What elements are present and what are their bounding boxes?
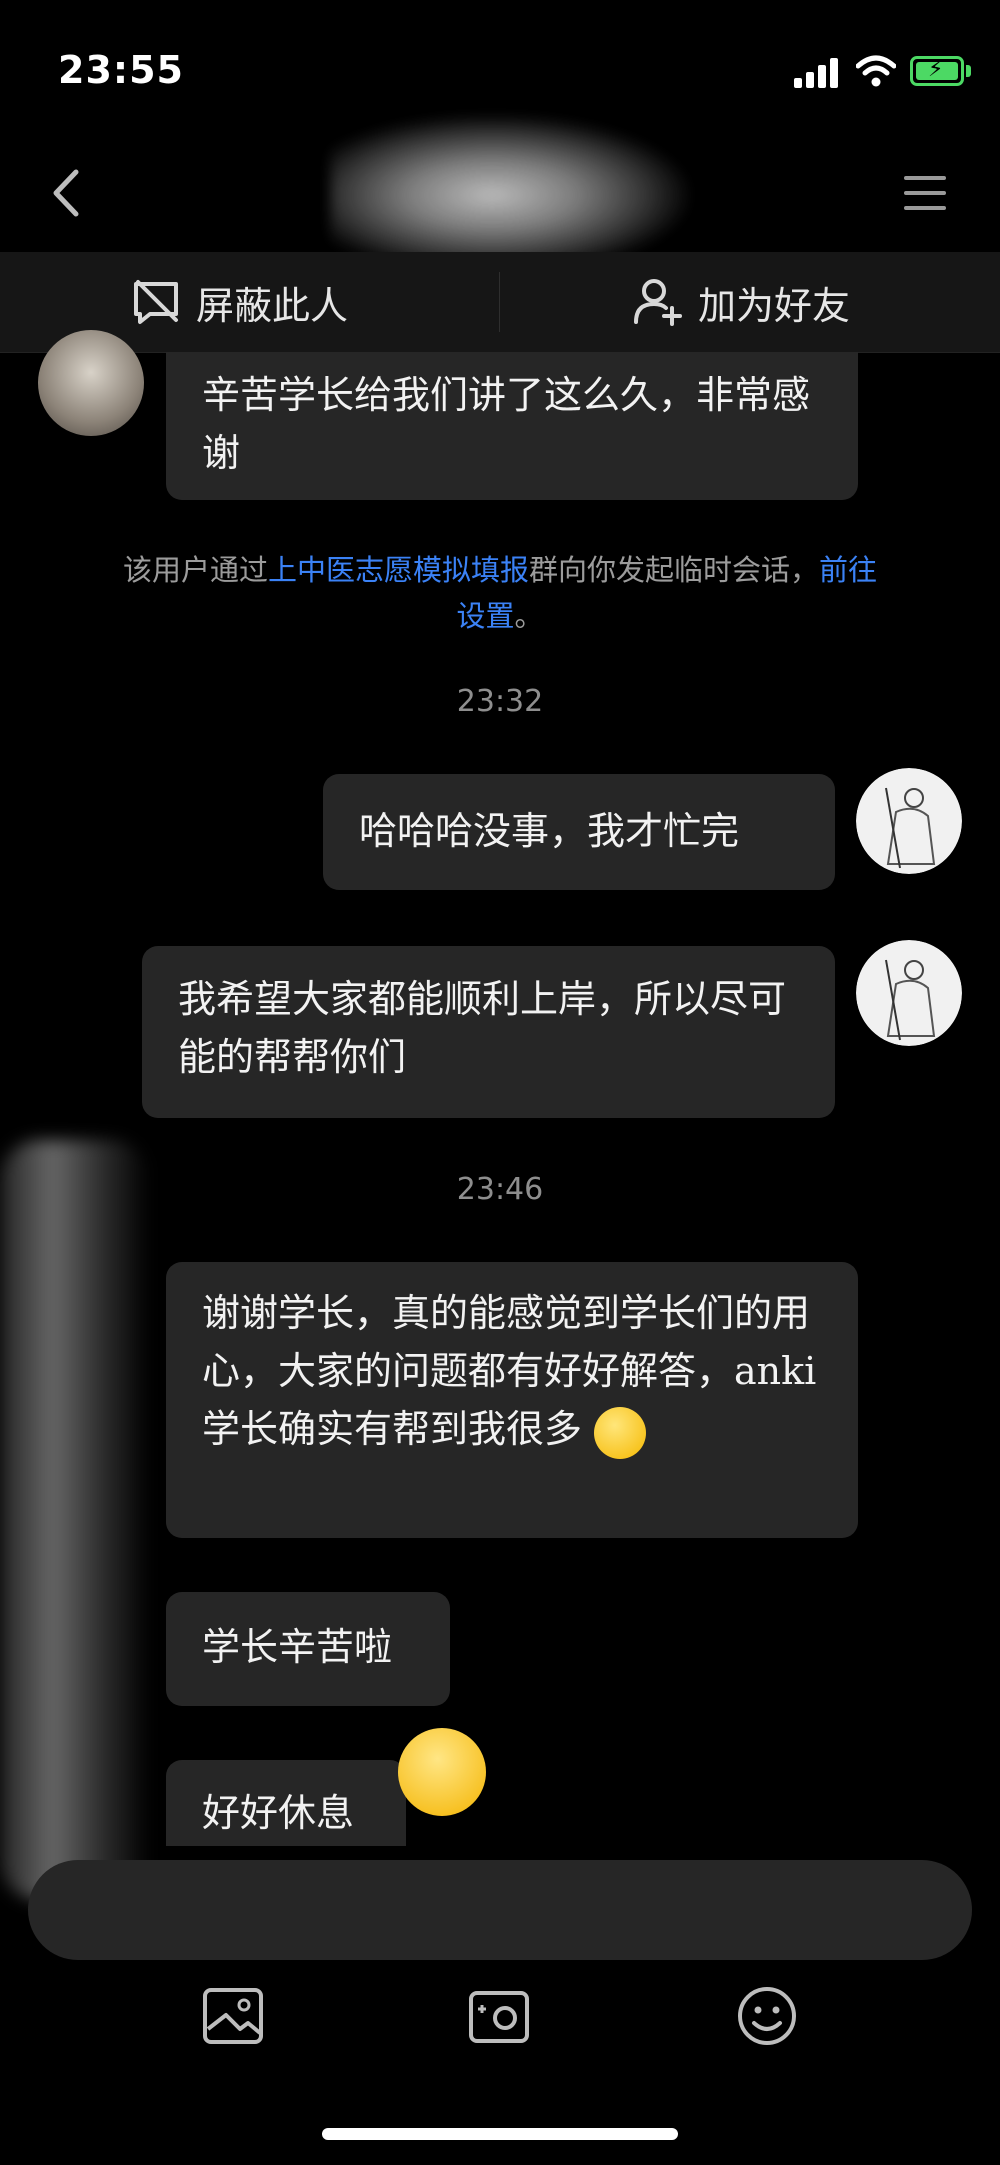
redacted-avatars <box>0 1140 150 1900</box>
temporary-session-notice: 该用户通过上中医志愿模拟填报群向你发起临时会话，前往设置。 <box>70 547 930 639</box>
message-bubble[interactable]: 辛苦学长给我们讲了这么久，非常感谢 <box>166 352 858 500</box>
battery-cap <box>966 65 971 77</box>
back-icon[interactable] <box>48 168 84 218</box>
cellular-signal-icon <box>794 58 840 88</box>
avatar-other-user[interactable] <box>38 330 144 436</box>
emoji-sticker <box>594 1406 647 1459</box>
settings-link-2: 设置 <box>456 599 515 633</box>
message-bubble[interactable]: 哈哈哈没事，我才忙完 <box>323 774 835 890</box>
image-icon[interactable] <box>200 1985 266 2047</box>
redacted-chat-title <box>330 115 690 275</box>
camera-icon[interactable] <box>466 1985 532 2047</box>
message-bubble[interactable]: 谢谢学长，真的能感觉到学长们的用心，大家的问题都有好好解答，anki学长确实有帮… <box>166 1262 858 1538</box>
timestamp: 23:32 <box>456 684 544 719</box>
message-text: 我希望大家都能顺利上岸，所以尽可能的帮帮你们 <box>178 977 787 1079</box>
add-friend-label: 加为好友 <box>698 283 851 328</box>
wifi-icon <box>856 55 896 87</box>
block-icon <box>134 280 178 324</box>
group-link[interactable]: 上中医志愿模拟填报 <box>268 553 529 587</box>
message-bubble[interactable]: 学长辛苦啦 <box>166 1592 450 1706</box>
add-user-icon <box>634 279 682 326</box>
battery-icon: ⚡ <box>910 56 964 86</box>
home-indicator <box>322 2128 678 2140</box>
message-text: 学长辛苦啦 <box>202 1625 393 1669</box>
menu-icon[interactable] <box>904 174 946 212</box>
emoji-sticker <box>398 1728 486 1816</box>
notice-suffix: 。 <box>514 599 544 633</box>
avatar-self[interactable] <box>856 940 962 1046</box>
message-text: 哈哈哈没事，我才忙完 <box>359 809 740 853</box>
timestamp: 23:46 <box>456 1172 544 1207</box>
block-user-button[interactable]: 屏蔽此人 <box>130 252 348 352</box>
notice-middle: 群向你发起临时会话， <box>529 553 820 587</box>
status-time: 23:55 <box>58 48 184 92</box>
message-text: 好好休息 <box>202 1791 355 1835</box>
emoji-icon[interactable] <box>734 1985 800 2047</box>
settings-link-1: 前往 <box>819 553 878 587</box>
message-bubble[interactable]: 好好休息 <box>166 1760 406 1846</box>
block-user-label: 屏蔽此人 <box>196 283 349 328</box>
avatar-self[interactable] <box>856 768 962 874</box>
add-friend-button[interactable]: 加为好友 <box>632 252 850 352</box>
action-divider <box>499 272 500 332</box>
message-text: 辛苦学长给我们讲了这么久，非常感谢 <box>202 373 811 475</box>
message-bubble[interactable]: 我希望大家都能顺利上岸，所以尽可能的帮帮你们 <box>142 946 835 1118</box>
message-input[interactable] <box>28 1860 972 1960</box>
message-text: 谢谢学长，真的能感觉到学长们的用心，大家的问题都有好好解答，anki学长确实有帮… <box>202 1291 817 1451</box>
notice-prefix: 该用户通过 <box>122 553 268 587</box>
